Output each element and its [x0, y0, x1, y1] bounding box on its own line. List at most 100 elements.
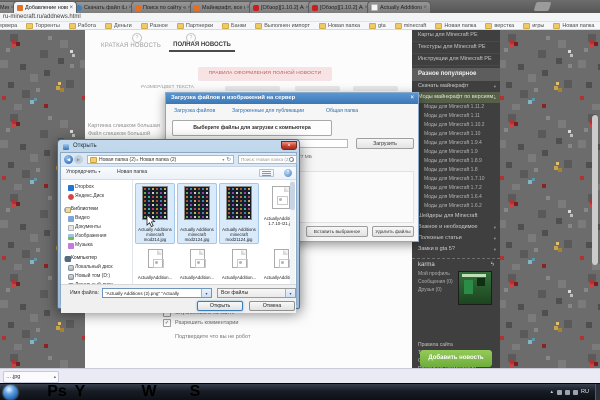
page-scrollbar[interactable]	[592, 115, 598, 265]
open-button[interactable]: Открыть	[197, 301, 243, 311]
back-icon[interactable]: ◀	[64, 155, 73, 164]
explorer-folder-icon[interactable]	[163, 385, 181, 400]
avatar[interactable]	[458, 271, 492, 305]
sidebar-link[interactable]: Карты для Minecraft PE	[412, 30, 500, 42]
yandex-browser-icon[interactable]: Y	[71, 385, 89, 400]
bookmark-item[interactable]: Разное	[141, 23, 168, 29]
bookmark-item[interactable]: Сервера	[0, 23, 17, 29]
nav-dropbox[interactable]: Dropbox	[61, 183, 132, 192]
upload-tab-shared[interactable]: Общая папка	[326, 108, 358, 114]
sidebar-version-link[interactable]: Моды для Minecraft 1.10.2	[412, 121, 500, 130]
sidebar-version-link[interactable]: Моды для Minecraft 1.7.10	[412, 175, 500, 184]
forward-icon[interactable]: ▶	[74, 155, 83, 164]
username[interactable]: ϟ karma	[412, 259, 500, 270]
delete-files-button[interactable]: Удалить файлы	[372, 226, 414, 237]
nav-yandex-disk[interactable]: Яндекс.Диск	[61, 192, 132, 201]
tab-full-news[interactable]: ПОЛНАЯ НОВОСТЬ	[169, 42, 235, 52]
close-icon[interactable]: ×	[410, 93, 414, 104]
language-indicator[interactable]: RU	[581, 389, 589, 395]
tab-addnews[interactable]: Добавление новости - ×	[13, 1, 77, 13]
sidebar-version-link[interactable]: Моды для Minecraft 1.9	[412, 148, 500, 157]
nav-documents[interactable]: Документы	[61, 223, 132, 232]
new-tab-button[interactable]	[534, 2, 552, 11]
close-button[interactable]: ×	[281, 141, 297, 150]
sidebar-link[interactable]: Текстуры для Minecraft PE	[412, 42, 500, 54]
tray-icon[interactable]	[573, 390, 578, 395]
download-item[interactable]: ….jpg ▴	[3, 371, 59, 383]
file-item-image[interactable]: Actually Additions minecraft mod21124.jp…	[219, 183, 259, 244]
firefox-icon[interactable]	[94, 385, 112, 400]
nav-local-disk-1[interactable]: Локальный диск	[61, 263, 132, 272]
nav-new-volume-d[interactable]: Новый том (D:)	[61, 272, 132, 281]
word-icon[interactable]: W	[140, 385, 158, 400]
upload-dialog-titlebar[interactable]: Загрузка файлов и изображений на сервер …	[166, 93, 418, 104]
tab-youtube-2[interactable]: [Обзор][1.10.2] Actuall ×	[308, 1, 372, 13]
sidebar-item-download-mc[interactable]: Скачать майнкрафт ▾	[412, 81, 500, 92]
sidebar-version-link[interactable]: Моды для Minecraft 1.6.4	[412, 193, 500, 202]
breadcrumb[interactable]: Новая папка (2) ▸ Новая папка (2) ▾ ↻	[87, 155, 234, 164]
aero-peek-button[interactable]	[595, 384, 600, 400]
file-item[interactable]: ActuallyAddition...	[177, 246, 217, 281]
chevron-down-icon[interactable]: ▾	[222, 157, 224, 162]
change-view-button[interactable]	[259, 169, 274, 177]
add-news-button[interactable]: Добавить новость	[420, 350, 492, 367]
upload-tab-files[interactable]: Загрузка файлов	[174, 108, 215, 114]
bookmark-item[interactable]: gta	[369, 23, 386, 29]
chevron-up-icon[interactable]: ▴	[54, 374, 56, 380]
photoshop-icon[interactable]: Ps	[48, 385, 66, 400]
profile-link[interactable]: Мой профиль	[412, 270, 458, 278]
tab-short-news[interactable]: КРАТКАЯ НОВОСТЬ	[101, 43, 161, 49]
filetype-combobox[interactable]: Все файлы ▾	[217, 288, 296, 298]
nav-music[interactable]: Музыка	[61, 241, 132, 250]
tab-youtube-1[interactable]: [Обзор][1.10.2] Actuall ×	[249, 1, 313, 13]
sidebar-version-link[interactable]: Моды для Minecraft 1.7.2	[412, 184, 500, 193]
sidebar-version-link[interactable]: Моды для Minecraft 1.6.2	[412, 202, 500, 211]
tray-icon[interactable]	[557, 390, 562, 395]
insert-selected-button[interactable]: Вставить выбранное	[306, 226, 368, 237]
tray-icon[interactable]	[565, 390, 570, 395]
document-app-icon[interactable]	[117, 385, 135, 400]
messenger-icon[interactable]	[25, 385, 43, 400]
start-button[interactable]	[3, 385, 18, 400]
file-item[interactable]: ActuallyAddition...	[135, 246, 175, 281]
search-input[interactable]: Поиск: Новая папка (2)	[238, 155, 297, 164]
profile-link[interactable]: Сообщения (0)	[412, 278, 458, 286]
bookmark-item[interactable]: Новая папка	[435, 23, 476, 29]
sidebar-item-mods-by-version[interactable]: Моды майнкрафт по версиям: ▴	[412, 92, 500, 103]
sidebar-version-link[interactable]: Моды для Minecraft 1.11.2	[412, 103, 500, 112]
url-text[interactable]: ru-minecraft.ru/addnews.html	[3, 14, 81, 20]
sidebar-version-link[interactable]: Моды для Minecraft 1.9.4	[412, 139, 500, 148]
sidebar-accordion[interactable]: Важное и необходимое ▾	[412, 222, 500, 233]
bookmark-item[interactable]: Работа	[69, 23, 96, 29]
sidebar-version-link[interactable]: Моды для Minecraft 1.11	[412, 112, 500, 121]
chevron-down-icon[interactable]: ▾	[285, 289, 295, 297]
bookmark-item[interactable]: Новая папка	[319, 23, 360, 29]
address-bar[interactable]: ru-minecraft.ru/addnews.html	[0, 13, 600, 22]
bookmark-item[interactable]: верстка	[485, 23, 514, 29]
tab-actually-additions[interactable]: Actually Additions Mo ×	[367, 1, 431, 13]
bookmark-item[interactable]: Партнерки	[177, 23, 213, 29]
scrollbar[interactable]	[290, 180, 295, 284]
filename-combobox[interactable]: "Actually Additions (2).png" "Actually ▾	[102, 288, 212, 298]
bookmark-item[interactable]: Выполнен импорт	[255, 23, 310, 29]
nav-pictures[interactable]: Изображения	[61, 232, 132, 241]
sidebar-footer-link[interactable]: Правила сайта	[412, 341, 500, 349]
upload-button[interactable]: Загрузить	[356, 138, 414, 149]
tab-close-icon[interactable]: ×	[423, 5, 427, 11]
file-item-image[interactable]: Actually Additions minecraft mod2124.jpg	[177, 183, 217, 244]
sidebar-accordion[interactable]: Полезные статьи ▾	[412, 233, 500, 244]
sidebar-version-link[interactable]: Моды для Minecraft 1.8.9	[412, 157, 500, 166]
rules-button[interactable]: ПРАВИЛА ОФОРМЛЕНИЯ ПОЛНОЙ НОВОСТИ	[198, 67, 332, 81]
sidebar-link[interactable]: Инструкции для Minecraft PE	[412, 54, 500, 66]
profile-link[interactable]: Друзья (0)	[412, 286, 458, 294]
choose-files-button[interactable]: Выберите файлы для загрузки с компьютера	[172, 120, 332, 136]
steam-icon[interactable]	[209, 385, 227, 400]
sidebar-version-link[interactable]: Моды для Minecraft 1.8	[412, 166, 500, 175]
organize-button[interactable]: Упорядочить ▾	[66, 169, 100, 175]
bookmark-item[interactable]: minecraft	[395, 23, 427, 29]
bookmark-item[interactable]: игры	[523, 23, 544, 29]
checkbox-checked[interactable]: ✓	[163, 319, 171, 327]
tab-close-icon[interactable]: ×	[69, 5, 73, 11]
tab-download-file[interactable]: Скачать файл iLoveDAG ×	[72, 1, 136, 13]
nav-video[interactable]: Видео	[61, 214, 132, 223]
